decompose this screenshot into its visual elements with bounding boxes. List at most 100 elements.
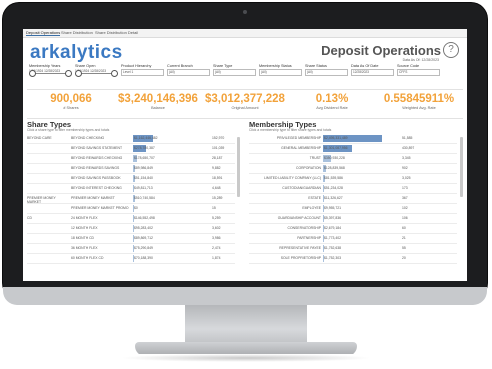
table-row[interactable]: BEYOND REWARDS CHECKING $178,650,707 28,18… bbox=[27, 154, 235, 164]
share-count-value: 102 bbox=[402, 206, 408, 210]
balance-value: $146,552,498 bbox=[134, 216, 155, 220]
share-count-value: 55 bbox=[402, 246, 406, 250]
row-name-label: GUARDIANSHIP ACCOUNT bbox=[277, 216, 321, 220]
row-group-label: PREMIER MONEY MARKET bbox=[27, 196, 56, 204]
share-count-value: 3,025 bbox=[402, 176, 411, 180]
row-name-label: CUSTODIAN/GUARDIAN bbox=[282, 186, 321, 190]
filter-share-open: Share Open 1/26/1924 12/28/2023 bbox=[75, 64, 119, 84]
row-name-label: EMPLOYEE bbox=[302, 206, 321, 210]
balance-value: $1,752,303 bbox=[324, 256, 341, 260]
share-count-value: 367 bbox=[402, 196, 408, 200]
table-row[interactable]: BEYOND CARE BEYOND CHECKING $1,162,446,482… bbox=[27, 134, 235, 144]
table-row[interactable]: GENERAL MEMBERSHIP $1,301,087,956 430,897 bbox=[249, 144, 457, 154]
membership-years-slider[interactable] bbox=[31, 73, 67, 74]
balance-value: $1,162,446,482 bbox=[134, 136, 158, 140]
row-name-label: BEYOND REWARDS SAVINGS bbox=[71, 166, 120, 170]
filter-product-hierarchy: Product Hierarchy Level 1 bbox=[121, 64, 165, 84]
table-row[interactable]: CUSTODIAN/GUARDIAN $51,234,028 173 bbox=[249, 184, 457, 194]
tab-deposit-operations[interactable]: Deposit Operations bbox=[26, 30, 61, 36]
monitor-chin bbox=[3, 287, 487, 305]
balance-value: $75,290,849 bbox=[134, 246, 153, 250]
share-open-end-handle[interactable] bbox=[111, 70, 118, 77]
table-row[interactable]: TRUST $350,930,228 3,345 bbox=[249, 154, 457, 164]
share-count-value: 15 bbox=[212, 206, 216, 210]
current-branch-select[interactable]: (All) bbox=[167, 69, 210, 76]
row-name-label: CONSERVATORSHIP bbox=[287, 226, 321, 230]
dashboard-screen: Deposit Operations Share Distribution Sh… bbox=[23, 29, 467, 281]
kpi-strip: 900,066 # Shares $3,240,146,396 Balance … bbox=[27, 89, 463, 119]
kpi-weighted-avg-rate: 0.55845911% Weighted Avg. Rate bbox=[383, 93, 455, 110]
table-row[interactable]: PREMIER MONEY MARKET PROMO $0 15 bbox=[27, 204, 235, 214]
table-row[interactable]: BEYOND SAVINGS PASSBOOK $51,154,840 18,591 bbox=[27, 174, 235, 184]
table-row[interactable]: CONSERVATORSHIP $2,679,184 60 bbox=[249, 224, 457, 234]
membership-types-scrollbar[interactable] bbox=[460, 137, 463, 197]
tab-share-distribution-detail[interactable]: Share Distribution Detail bbox=[95, 30, 138, 35]
share-count-value: 20 bbox=[402, 256, 406, 260]
tab-share-distribution[interactable]: Share Distribution bbox=[61, 30, 93, 35]
table-row[interactable]: BEYOND INTEREST CHECKING $49,811,713 4,648 bbox=[27, 184, 235, 194]
share-open-start-handle[interactable] bbox=[75, 70, 82, 77]
row-name-label: 24 MONTH FLEX bbox=[71, 216, 98, 220]
kpi-original-amount: $3,012,377,228 Original Amount bbox=[205, 93, 285, 110]
table-row[interactable]: CORPORATION $128,839,568 902 bbox=[249, 164, 457, 174]
table-row[interactable]: PREMIER MONEY MARKET PREMIER MONEY MARKET… bbox=[27, 194, 235, 204]
row-name-label: 60 MONTH FLEX CD bbox=[71, 256, 104, 260]
balance-value: $1,752,638 bbox=[324, 246, 341, 250]
table-row[interactable]: LIMITED LIABILITY COMPANY (LLC) $81,539,5… bbox=[249, 174, 457, 184]
source-code-select[interactable]: CFFS bbox=[397, 69, 440, 76]
table-row[interactable]: 36 MONTH FLEX $75,290,849 2,474 bbox=[27, 244, 235, 254]
row-name-label: BEYOND CHECKING bbox=[71, 136, 105, 140]
membership-types-subtitle: Click a membership type to filter share … bbox=[249, 128, 332, 132]
help-icon[interactable]: ? bbox=[443, 42, 459, 58]
balance-value: $178,650,707 bbox=[134, 156, 155, 160]
table-row[interactable]: PRIVILEGED MEMBERSHIP $2,495,331,489 51,58… bbox=[249, 134, 457, 144]
balance-value: $128,839,568 bbox=[324, 166, 345, 170]
share-count-value: 106 bbox=[402, 216, 408, 220]
table-row[interactable]: 60 MONTH FLEX CD $70,188,390 1,874 bbox=[27, 254, 235, 264]
share-type-select[interactable]: (All) bbox=[213, 69, 256, 76]
kpi-balance: $3,240,146,396 Balance bbox=[118, 93, 198, 110]
share-count-value: 60 bbox=[402, 226, 406, 230]
membership-years-end-handle[interactable] bbox=[65, 70, 72, 77]
balance-value: $51,234,028 bbox=[324, 186, 343, 190]
membership-status-select[interactable]: (All) bbox=[259, 69, 302, 76]
balance-value: $70,188,390 bbox=[134, 256, 153, 260]
table-row[interactable]: CD 24 MONTH FLEX $146,552,498 5,259 bbox=[27, 214, 235, 224]
share-types-scrollbar[interactable] bbox=[237, 137, 240, 197]
share-count-value: 152,970 bbox=[212, 136, 225, 140]
balance-value: $5,397,836 bbox=[324, 216, 341, 220]
data-as-of-date-select[interactable]: 12/28/2023 bbox=[351, 69, 394, 76]
table-row[interactable]: BEYOND REWARDS SAVINGS $89,986,849 9,882 bbox=[27, 164, 235, 174]
table-row[interactable]: ESTATE $11,326,627 367 bbox=[249, 194, 457, 204]
filter-membership-years: Membership Years 1/26/1924 12/28/2023 bbox=[29, 64, 73, 84]
table-row[interactable]: 18 MONTH CD $89,869,712 3,986 bbox=[27, 234, 235, 244]
membership-years-start-handle[interactable] bbox=[29, 70, 36, 77]
share-open-slider[interactable] bbox=[77, 73, 113, 74]
share-types-subtitle: Click a share type to filter membership … bbox=[27, 128, 110, 132]
share-count-value: 3,345 bbox=[402, 156, 411, 160]
table-row[interactable]: REPRESENTATIVE PAYEE $1,752,638 55 bbox=[249, 244, 457, 254]
balance-value: $89,869,712 bbox=[134, 236, 153, 240]
share-count-value: 18,591 bbox=[212, 176, 223, 180]
row-name-label: PRIVILEGED MEMBERSHIP bbox=[276, 136, 321, 140]
table-row[interactable]: SOLE PROPRIETORSHIP $1,752,303 20 bbox=[249, 254, 457, 264]
row-name-label: BEYOND INTEREST CHECKING bbox=[71, 186, 122, 190]
balance-value: $89,986,849 bbox=[134, 166, 153, 170]
row-name-label: PARTNERSHIP bbox=[297, 236, 321, 240]
table-row[interactable]: PARTNERSHIP $1,773,402 21 bbox=[249, 234, 457, 244]
table-row[interactable]: GUARDIANSHIP ACCOUNT $5,397,836 106 bbox=[249, 214, 457, 224]
table-row[interactable]: EMPLOYEE $9,955,721 102 bbox=[249, 204, 457, 214]
table-row[interactable]: BEYOND SAVINGS STATEMENT $278,780,387 101,… bbox=[27, 144, 235, 154]
kpi-avg-dividend-rate: 0.13% Avg Dividend Rate bbox=[315, 93, 349, 110]
row-name-label: LIMITED LIABILITY COMPANY (LLC) bbox=[264, 176, 321, 180]
share-count-value: 1,874 bbox=[212, 256, 221, 260]
filter-current-branch: Current Branch (All) bbox=[167, 64, 211, 84]
table-row[interactable]: 12 MONTH FLEX $95,283,402 3,602 bbox=[27, 224, 235, 234]
share-status-select[interactable]: (All) bbox=[305, 69, 348, 76]
share-count-value: 3,986 bbox=[212, 236, 221, 240]
monitor-stand-neck bbox=[185, 305, 307, 345]
balance-value: $2,679,184 bbox=[324, 226, 341, 230]
share-count-value: 51,585 bbox=[402, 136, 413, 140]
share-count-value: 21 bbox=[402, 236, 406, 240]
product-hierarchy-select[interactable]: Level 1 bbox=[121, 69, 164, 76]
